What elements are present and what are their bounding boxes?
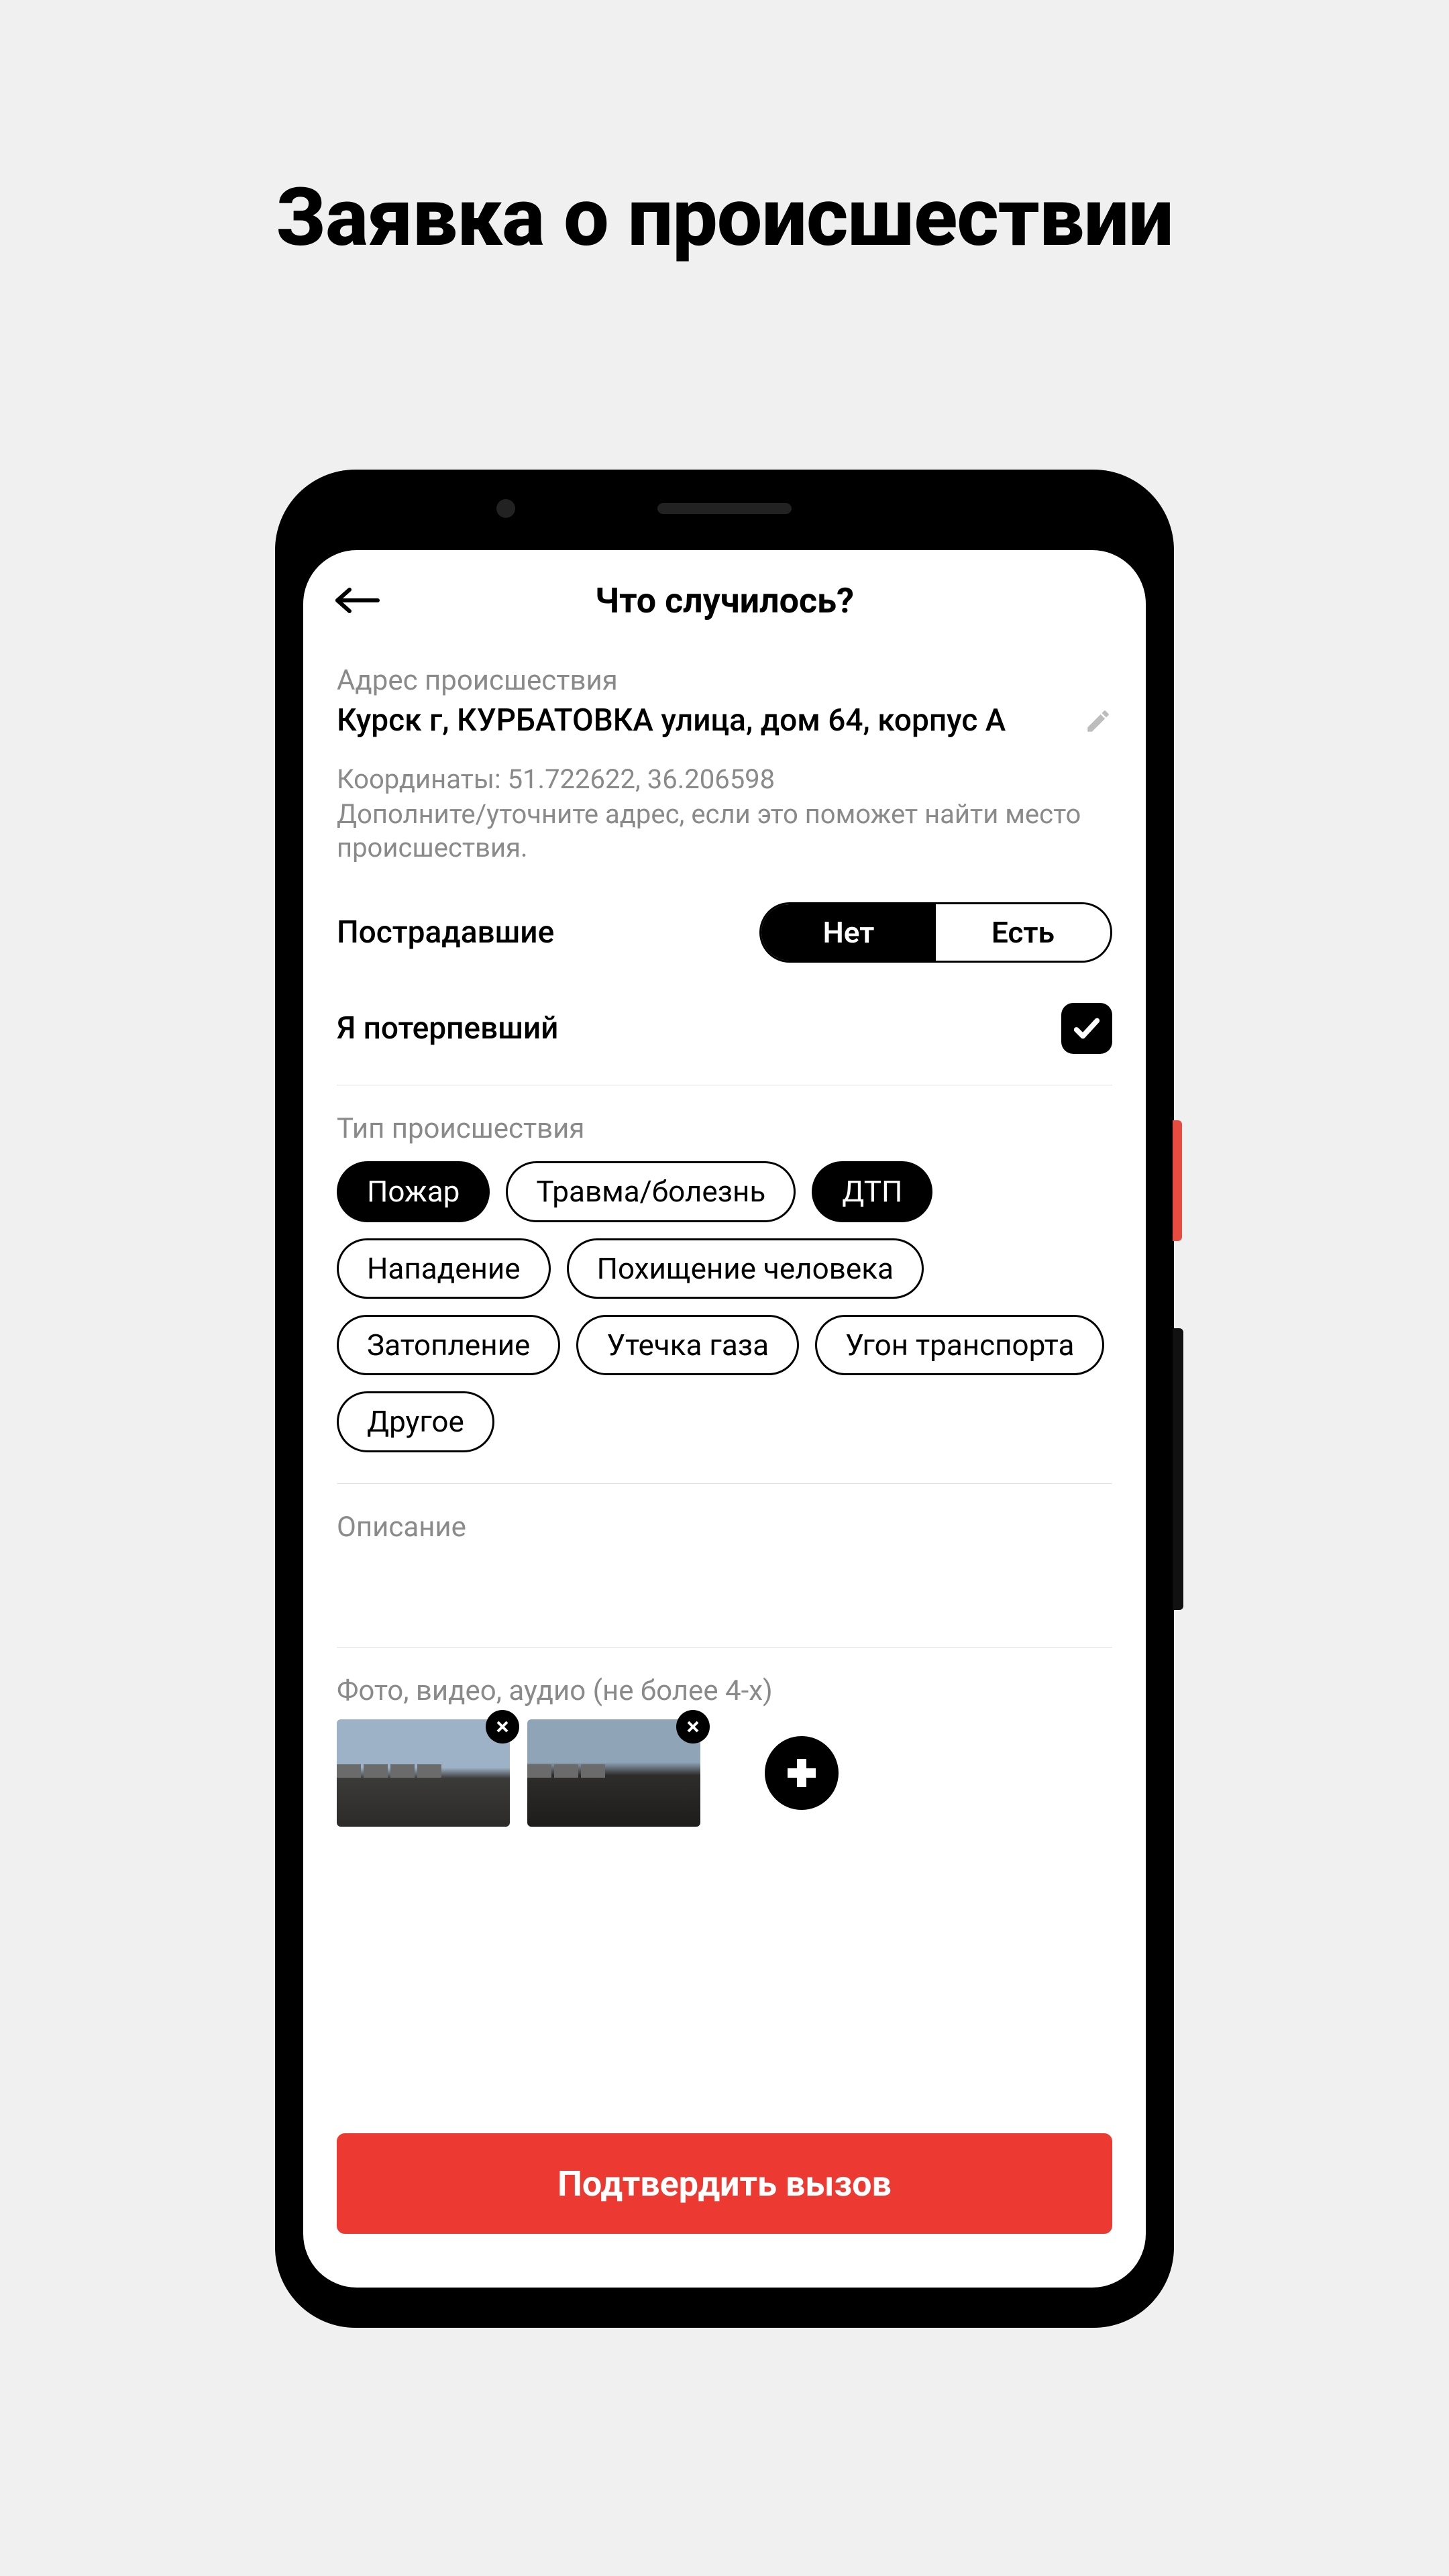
chip-flooding[interactable]: Затопление — [337, 1315, 560, 1375]
chip-gas-leak[interactable]: Утечка газа — [576, 1315, 799, 1375]
victims-option-no[interactable]: Нет — [761, 904, 936, 961]
coordinates-prefix: Координаты: — [337, 763, 508, 795]
close-icon — [685, 1719, 701, 1735]
phone-speaker — [657, 503, 792, 514]
chip-kidnapping[interactable]: Похищение человека — [567, 1238, 924, 1299]
power-button — [1173, 1120, 1182, 1241]
description-input[interactable] — [337, 1560, 1112, 1647]
screen-title: Что случилось? — [595, 580, 854, 621]
chip-vehicle-theft[interactable]: Угон транспорта — [815, 1315, 1104, 1375]
coordinates-value: 51.722622, 36.206598 — [508, 763, 775, 795]
phone-frame: Что случилось? Адрес происшествия Курск … — [275, 470, 1174, 2328]
address-hint: Дополните/уточните адрес, если это помож… — [337, 798, 1112, 865]
chip-injury[interactable]: Травма/болезнь — [506, 1161, 796, 1222]
description-label: Описание — [337, 1511, 1112, 1544]
victims-option-yes[interactable]: Есть — [936, 904, 1110, 961]
incident-type-chips: Пожар Травма/болезнь ДТП Нападение Похищ… — [337, 1161, 1112, 1452]
app-screen: Что случилось? Адрес происшествия Курск … — [303, 550, 1146, 2288]
chip-assault[interactable]: Нападение — [337, 1238, 551, 1299]
chip-fire[interactable]: Пожар — [337, 1161, 490, 1222]
incident-type-label: Тип происшествия — [337, 1112, 1112, 1145]
chip-other[interactable]: Другое — [337, 1391, 494, 1452]
media-thumbnail-2[interactable] — [527, 1719, 700, 1827]
add-media-button[interactable] — [765, 1736, 839, 1810]
form-content: Адрес происшествия Курск г, КУРБАТОВКА у… — [303, 651, 1146, 1827]
media-row — [337, 1719, 1112, 1827]
chip-accident[interactable]: ДТП — [812, 1161, 932, 1222]
address-row[interactable]: Курск г, КУРБАТОВКА улица, дом 64, корпу… — [337, 702, 1112, 739]
coordinates: Координаты: 51.722622, 36.206598 — [337, 763, 1112, 795]
victims-label: Пострадавшие — [337, 914, 554, 951]
close-icon — [494, 1719, 511, 1735]
victims-row: Пострадавшие Нет Есть — [337, 902, 1112, 963]
media-label: Фото, видео, аудио (не более 4-х) — [337, 1674, 1112, 1707]
phone-camera-dot — [496, 499, 515, 518]
plus-icon — [783, 1754, 820, 1792]
victims-toggle[interactable]: Нет Есть — [759, 902, 1112, 963]
remove-media-2[interactable] — [676, 1710, 710, 1743]
check-icon — [1071, 1013, 1102, 1044]
address-label: Адрес происшествия — [337, 664, 1112, 697]
confirm-button[interactable]: Подтвердить вызов — [337, 2133, 1112, 2234]
back-arrow-icon — [333, 584, 380, 617]
divider — [337, 1483, 1112, 1484]
media-thumbnail-1[interactable] — [337, 1719, 510, 1827]
back-button[interactable] — [330, 574, 384, 627]
volume-button — [1173, 1328, 1183, 1610]
address-value: Курск г, КУРБАТОВКА улица, дом 64, корпу… — [337, 702, 1006, 739]
iam-victim-label: Я потерпевший — [337, 1010, 558, 1046]
remove-media-1[interactable] — [486, 1710, 519, 1743]
app-header: Что случилось? — [303, 550, 1146, 651]
iam-victim-checkbox[interactable] — [1061, 1003, 1112, 1054]
edit-address-icon[interactable] — [1084, 707, 1112, 735]
divider — [337, 1647, 1112, 1648]
iam-victim-row: Я потерпевший — [337, 1003, 1112, 1054]
marketing-title: Заявка о происшествии — [0, 171, 1449, 265]
